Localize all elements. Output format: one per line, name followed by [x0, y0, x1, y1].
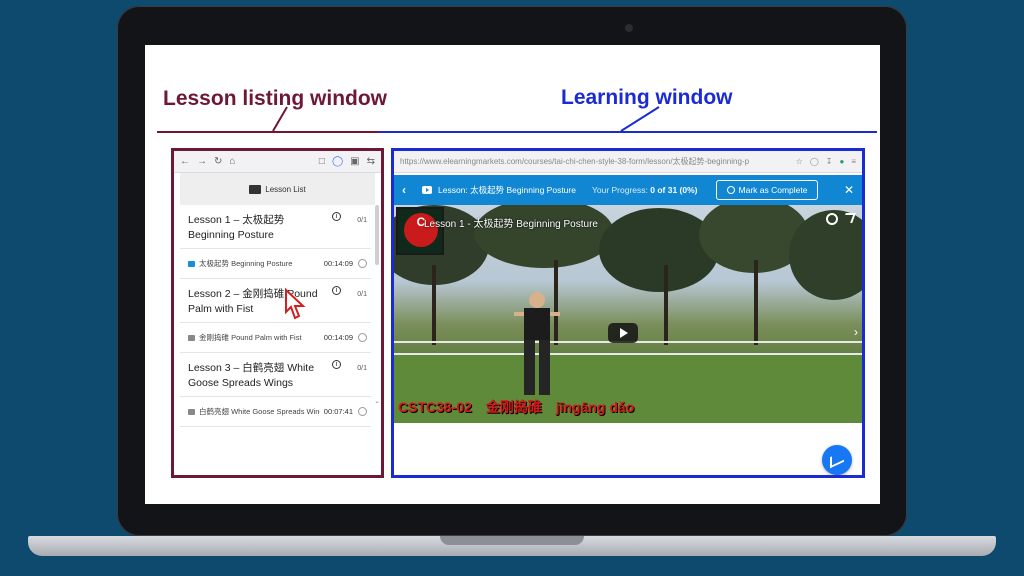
- video-title: 金刚捣碓 Pound Palm with Fist: [199, 333, 302, 342]
- video-duration: 00:07:41: [323, 407, 353, 416]
- video-duration: 00:14:09: [323, 259, 353, 268]
- video-player[interactable]: C Lesson 1 - 太极起势 Beginning Posture › CS…: [394, 205, 862, 423]
- info-icon[interactable]: i: [332, 212, 341, 221]
- mark-complete-label: Mark as Complete: [738, 185, 808, 195]
- download-icon[interactable]: ↧: [826, 157, 833, 166]
- caption-code: CSTC38-02: [398, 399, 472, 415]
- forward-icon[interactable]: →: [197, 156, 207, 167]
- complete-checkbox[interactable]: [358, 259, 367, 268]
- browser-toolbar: ← → ↻ ⌂ □ ◯ ▣ ⇆: [174, 151, 381, 173]
- next-arrow-icon[interactable]: ›: [854, 325, 858, 339]
- pocket-icon[interactable]: ◯: [810, 157, 819, 166]
- menu-icon[interactable]: ≡: [851, 157, 856, 166]
- camera-icon: [625, 24, 633, 32]
- book-icon: [249, 184, 262, 194]
- folder-icon[interactable]: □: [319, 156, 325, 167]
- lesson-title: Lesson 1 – 太极起势 Beginning Posture: [188, 214, 285, 241]
- video-title: 白鹤亮翅 White Goose Spreads Wings: [199, 407, 320, 416]
- laptop-screen: Lesson listing window Learning window ← …: [145, 45, 880, 504]
- lesson-count: 0/1: [357, 365, 367, 372]
- video-title: 太极起势 Beginning Posture: [199, 259, 293, 268]
- scrollbar[interactable]: [375, 205, 379, 265]
- back-icon[interactable]: ←: [180, 156, 190, 167]
- caption-chinese: 金刚捣碓: [485, 399, 542, 415]
- lesson-title: Lesson 3 – 白鹤亮翅 White Goose Spreads Wing…: [188, 362, 315, 389]
- progress-label: Your Progress: 0 of 31 (0%): [591, 185, 698, 195]
- play-icon: [188, 408, 195, 415]
- lesson-count: 0/1: [357, 291, 367, 298]
- video-item-3[interactable]: 白鹤亮翅 White Goose Spreads Wings 00:07:41: [180, 397, 371, 427]
- play-icon: [188, 334, 195, 341]
- info-icon[interactable]: i: [332, 286, 341, 295]
- mark-complete-button[interactable]: Mark as Complete: [715, 180, 819, 200]
- video-icon: [422, 186, 432, 194]
- complete-checkbox[interactable]: [358, 407, 367, 416]
- fence: [394, 341, 862, 355]
- connector-lines: [272, 106, 660, 132]
- video-item-1[interactable]: 太极起势 Beginning Posture 00:14:09: [180, 249, 371, 279]
- video-caption: CSTC38-02 金刚捣碓 jīngāng dǎo: [398, 397, 644, 417]
- settings-icon[interactable]: ⇆: [367, 156, 375, 167]
- learning-window: https://www.elearningmarkets.com/courses…: [391, 148, 865, 478]
- play-button[interactable]: [608, 323, 638, 343]
- lesson-top-bar: ‹ Lesson: 太极起势 Beginning Posture Your Pr…: [394, 175, 862, 205]
- scroll-down-icon[interactable]: ⌄: [374, 397, 380, 405]
- close-icon[interactable]: ✕: [844, 183, 854, 197]
- lesson-item-1[interactable]: Lesson 1 – 太极起势 Beginning Posture i 0/1: [180, 205, 371, 249]
- home-icon[interactable]: ⌂: [229, 156, 235, 167]
- reload-icon[interactable]: ↻: [214, 156, 222, 167]
- lesson-count: 0/1: [357, 217, 367, 224]
- laptop-notch: [440, 536, 584, 545]
- lesson-label: Lesson: 太极起势 Beginning Posture: [438, 185, 576, 195]
- back-chevron-icon[interactable]: ‹: [402, 183, 406, 197]
- instructor-figure: [514, 292, 560, 395]
- lesson-item-3[interactable]: Lesson 3 – 白鹤亮翅 White Goose Spreads Wing…: [180, 353, 371, 397]
- video-item-2[interactable]: 金刚捣碓 Pound Palm with Fist 00:14:09: [180, 323, 371, 353]
- info-icon[interactable]: i: [332, 360, 341, 369]
- lesson-list-header: Lesson List: [180, 173, 375, 205]
- video-title-overlay[interactable]: Lesson 1 - 太极起势 Beginning Posture: [424, 215, 598, 230]
- video-duration: 00:14:09: [323, 333, 353, 342]
- lesson-item-2[interactable]: Lesson 2 – 金刚捣碓 Pound Palm with Fist i 0…: [180, 279, 371, 323]
- clock-icon[interactable]: [826, 213, 838, 225]
- browser-toolbar: https://www.elearningmarkets.com/courses…: [394, 151, 862, 173]
- bookmark-icon[interactable]: ☆: [796, 157, 803, 166]
- lesson-list-title: Lesson List: [265, 184, 306, 194]
- shield-icon[interactable]: ◯: [332, 156, 343, 167]
- play-icon: [188, 260, 195, 267]
- messenger-icon[interactable]: [822, 445, 852, 475]
- lock-icon: ▣: [350, 156, 360, 167]
- complete-checkbox[interactable]: [358, 333, 367, 342]
- caption-pinyin: jīngāng dǎo: [555, 399, 635, 415]
- lesson-list: Lesson 1 – 太极起势 Beginning Posture i 0/1 …: [180, 205, 371, 427]
- progress-value: 0 of 31 (0%): [650, 185, 698, 195]
- hand-cursor-icon: [285, 288, 306, 320]
- url-bar[interactable]: https://www.elearningmarkets.com/courses…: [400, 156, 789, 167]
- lesson-listing-window: ← → ↻ ⌂ □ ◯ ▣ ⇆ Lesson List Lesson 1 – 太…: [171, 148, 384, 478]
- profile-icon[interactable]: ●: [839, 157, 844, 166]
- check-circle-icon: [726, 186, 735, 194]
